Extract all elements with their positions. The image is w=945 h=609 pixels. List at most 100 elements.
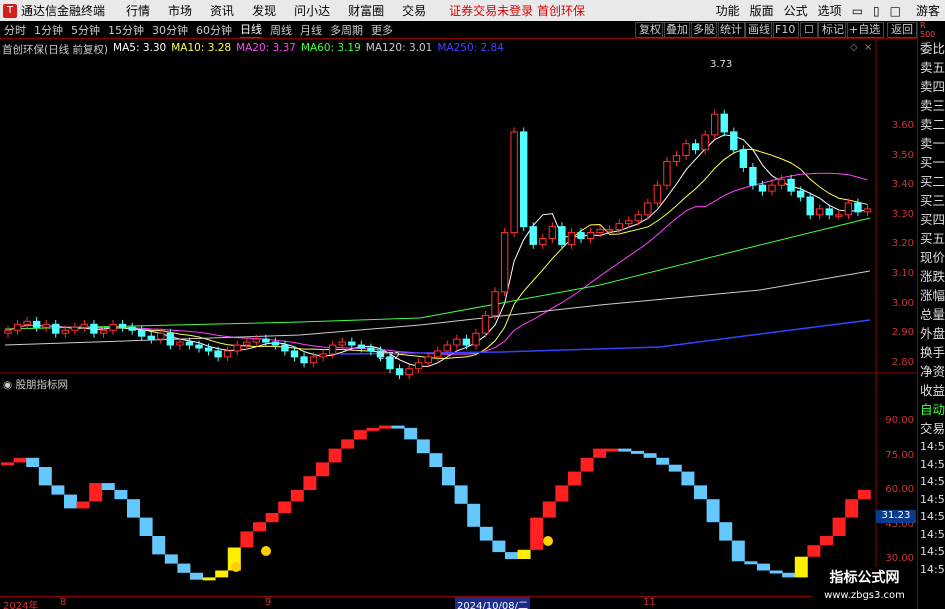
candle-body [414, 362, 423, 370]
candle-body [825, 208, 833, 216]
candle-body [109, 323, 117, 331]
stock-title: 首创环保(日线 前复权) [2, 44, 109, 56]
quote-label: R [920, 21, 926, 30]
indicator-bar [38, 467, 52, 486]
indicator-bar [114, 490, 128, 500]
indicator-bar [731, 540, 745, 562]
indicator-bar [492, 540, 506, 553]
candle-body [338, 341, 346, 346]
kline-chart[interactable] [0, 0, 917, 609]
indicator-bar [618, 448, 632, 452]
price-tick: 2.80 [891, 356, 914, 368]
candle-body [176, 341, 184, 346]
app-window: { "app":{"name":"通达信金融终端","logo":"T"}, "… [0, 0, 945, 609]
indicator-bar [681, 471, 695, 486]
candle-body [510, 131, 518, 234]
indicator-bar [807, 545, 821, 557]
candle-body [663, 161, 671, 186]
indicator-bar [631, 450, 644, 454]
quote-label: 14:56 [920, 545, 945, 558]
candle-body [42, 323, 50, 328]
ma5-label: MA5: 3.30 [113, 42, 167, 54]
quote-label: 总量 [920, 307, 945, 322]
ma120-label: MA120: 3.01 [365, 42, 433, 54]
price-tick: 3.40 [891, 179, 914, 191]
indicator-bar [64, 494, 77, 509]
candle-body [806, 196, 814, 216]
date-nov: 11 [643, 597, 656, 608]
indicator-title: ◉ 股朋指标网 [3, 379, 68, 391]
quote-label: 14:56 [920, 440, 945, 453]
candle-body [395, 368, 404, 376]
candle-body [80, 323, 89, 328]
indicator-bar [555, 485, 569, 502]
candle-body [13, 323, 22, 331]
indicator-bar [719, 522, 733, 541]
indicator-bar [253, 522, 266, 532]
indicator-bar [857, 490, 871, 500]
high-annotation: 3.73 [710, 59, 733, 70]
candle-body [61, 329, 69, 334]
candle-body [329, 344, 337, 355]
price-tick: 3.50 [891, 149, 914, 161]
quote-label: 买五 [920, 231, 945, 246]
candle-body [262, 338, 270, 343]
ma10-label: MA10: 3.28 [171, 42, 232, 54]
candle-body [863, 208, 872, 213]
indicator-bar [643, 453, 657, 458]
price-tick: 3.10 [891, 268, 914, 279]
candle-body [32, 320, 41, 328]
candle-body [481, 314, 490, 334]
indicator-bar [605, 448, 619, 452]
indicator-bar [568, 471, 581, 486]
indicator-bar [278, 501, 292, 513]
indicator-bar [76, 501, 90, 509]
candle-body [605, 229, 614, 232]
candle-body [90, 323, 98, 334]
candle-body [233, 344, 241, 352]
candle-body [596, 229, 604, 234]
candle-body [357, 344, 366, 349]
watermark-url: www.zbgs3.com [824, 590, 905, 601]
ma60-label: MA60: 3.19 [300, 42, 361, 54]
quote-label: 卖三 [920, 98, 945, 113]
indicator-bar [353, 430, 367, 440]
close-icon[interactable]: × [864, 42, 872, 53]
price-tick: 3.30 [891, 208, 914, 220]
indicator-bar [769, 570, 783, 574]
indicator-tick: 60.00 [885, 484, 914, 495]
candle-body [520, 131, 528, 228]
smiley-icon [261, 546, 271, 556]
candle-body [835, 214, 843, 217]
indicator-value-badge: 31.23 [876, 510, 916, 523]
indicator-bar [757, 563, 770, 571]
indicator-bar [240, 531, 254, 548]
indicator-bar [429, 453, 443, 467]
ma250-label: MA250: 2.84 [437, 42, 504, 54]
candle-body [586, 232, 595, 239]
indicator-bar [820, 536, 833, 546]
candle-body [539, 237, 547, 245]
candle-body [567, 232, 576, 245]
user-label[interactable]: 游客 [916, 2, 940, 19]
indicator-bar [517, 549, 531, 559]
candle-body [118, 323, 127, 328]
indicator-bar [656, 457, 670, 465]
watermark: 指标公式网 www.zbgs3.com [812, 567, 917, 609]
indicator-bar [580, 457, 594, 472]
quote-label: 买一 [920, 155, 945, 170]
candle-body [147, 335, 155, 340]
gear-icon[interactable]: ◇ [850, 42, 858, 53]
quote-label: 外盘 [920, 326, 945, 341]
candle-body [23, 320, 31, 325]
quote-label: 收益 [920, 383, 945, 398]
candle-body [453, 338, 461, 346]
candle-body [472, 332, 480, 346]
quote-label: 涨幅 [920, 288, 945, 303]
indicator-bar [782, 572, 796, 578]
candle-body [787, 178, 795, 192]
candle-body [682, 143, 690, 157]
candle-body [434, 350, 442, 358]
candle-body [491, 291, 499, 316]
quote-label: 14:56 [920, 492, 945, 506]
